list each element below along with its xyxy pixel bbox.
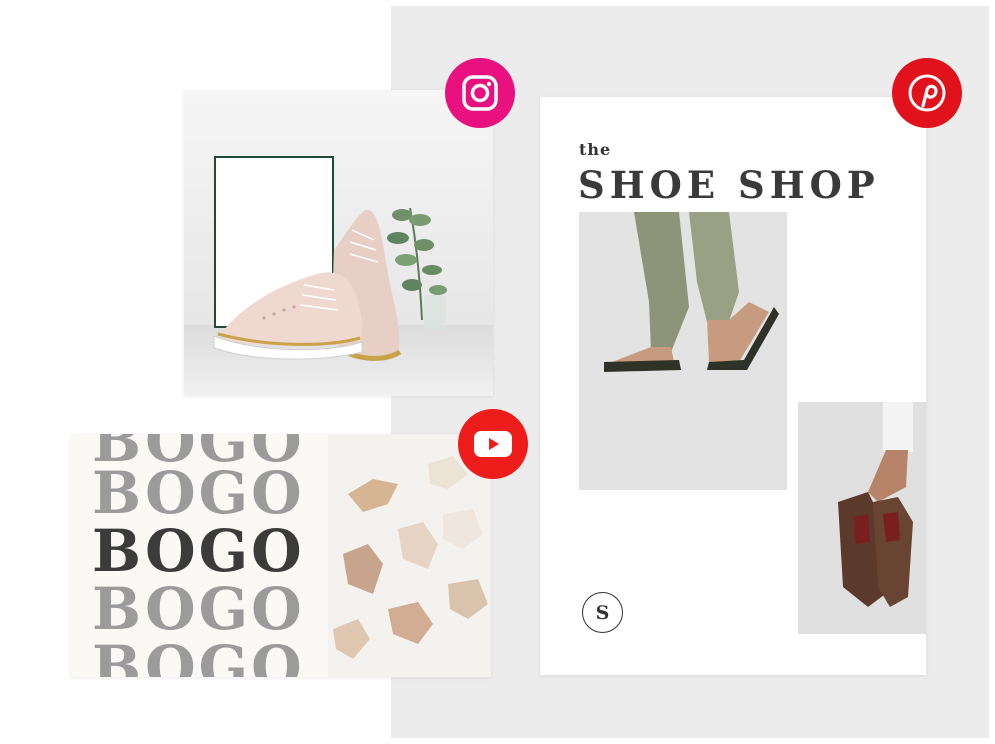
sandals-photo [579,212,787,490]
pin-title-small: the [579,140,612,159]
pinterest-icon [908,74,946,112]
pinterest-badge[interactable] [892,58,962,128]
hand-holding-shoes-illustration [838,402,913,607]
scattered-heels-photo [328,434,491,677]
youtube-play-icon [474,431,512,457]
instagram-post-card [184,90,493,396]
youtube-badge[interactable] [458,409,528,479]
instagram-icon [462,75,498,111]
sandals-illustration [604,212,779,372]
oxford-shoes-photo [213,207,447,361]
bogo-text-highlighted: BOGO [92,517,305,585]
shop-logo-badge: S [582,592,623,633]
pinterest-pin-card: the SHOE SHOP S [540,97,926,675]
collage-canvas: BOGO BOGO BOGO BOGO BOGO the SHOE SHOP S [6,6,989,738]
bogo-text: BOGO [92,633,305,677]
bogo-text: BOGO [92,575,305,643]
pin-title: SHOE SHOP [578,163,880,207]
youtube-bogo-card: BOGO BOGO BOGO BOGO BOGO [70,434,491,677]
heels-illustration [333,456,488,659]
brown-shoes-hand-photo [798,402,926,634]
instagram-badge[interactable] [445,58,515,128]
bogo-text: BOGO [92,459,305,527]
